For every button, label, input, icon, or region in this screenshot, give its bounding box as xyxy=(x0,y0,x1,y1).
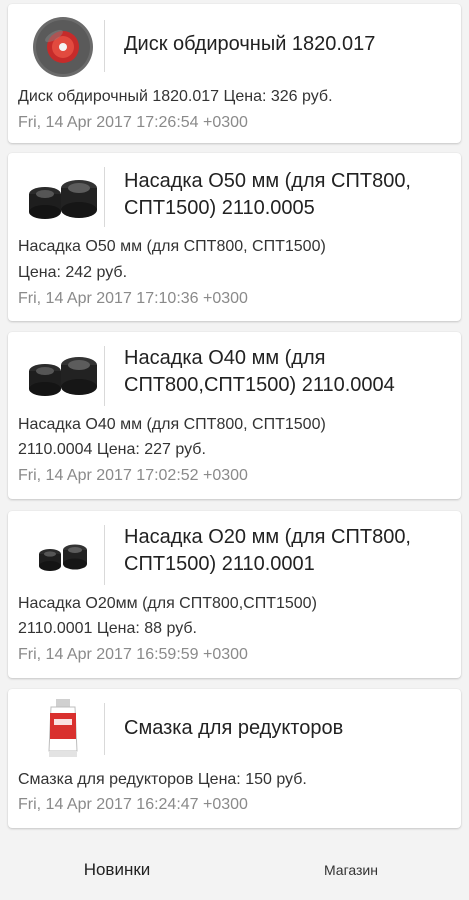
product-date: Fri, 14 Apr 2017 16:59:59 +0300 xyxy=(18,646,248,663)
divider xyxy=(104,167,105,227)
divider xyxy=(104,20,105,72)
grease-tube-icon xyxy=(22,697,104,763)
nozzle-pair-icon xyxy=(22,165,104,231)
product-description: Насадка О40 мм (для СПТ800, СПТ1500) xyxy=(18,416,326,433)
product-description: Насадка О20мм (для СПТ800,СПТ1500) xyxy=(18,595,317,612)
product-title: Насадка О20 мм (для СПТ800, СПТ1500) 211… xyxy=(124,526,411,575)
grinding-disc-icon xyxy=(22,14,104,80)
product-price: 2110.0001 Цена: 88 руб. xyxy=(18,620,197,637)
product-card[interactable]: Диск обдирочный 1820.017 Диск обдирочный… xyxy=(8,4,461,143)
product-date: Fri, 14 Apr 2017 16:24:47 +0300 xyxy=(18,796,248,813)
product-description: Диск обдирочный 1820.017 Цена: 326 руб. xyxy=(18,88,333,105)
product-price: 2110.0004 Цена: 227 руб. xyxy=(18,441,206,458)
nozzle-pair-icon xyxy=(22,342,104,408)
product-card[interactable]: Насадка О50 мм (для СПТ800, СПТ1500) 211… xyxy=(8,153,461,321)
product-title: Насадка О40 мм (для СПТ800,СПТ1500) 2110… xyxy=(124,347,395,396)
nozzle-pair-small-icon xyxy=(22,523,104,589)
product-date: Fri, 14 Apr 2017 17:02:52 +0300 xyxy=(18,467,248,484)
product-title: Смазка для редукторов xyxy=(124,717,344,739)
product-card[interactable]: Насадка О20 мм (для СПТ800, СПТ1500) 211… xyxy=(8,511,461,678)
product-card[interactable]: Насадка О40 мм (для СПТ800,СПТ1500) 2110… xyxy=(8,332,461,499)
nav-shop-button[interactable]: Магазин xyxy=(234,840,468,900)
nav-new-button[interactable]: Новинки xyxy=(0,840,234,900)
product-date: Fri, 14 Apr 2017 17:10:36 +0300 xyxy=(18,290,248,307)
divider xyxy=(104,525,105,585)
product-card[interactable]: Смазка для редукторов Смазка для редукто… xyxy=(8,689,461,828)
product-description: Насадка О50 мм (для СПТ800, СПТ1500) xyxy=(18,238,326,255)
product-description: Смазка для редукторов Цена: 150 руб. xyxy=(18,771,307,788)
divider xyxy=(104,346,105,406)
product-title: Насадка О50 мм (для СПТ800, СПТ1500) 211… xyxy=(124,170,411,219)
bottom-navigation: Новинки Магазин xyxy=(0,840,469,900)
divider xyxy=(104,703,105,755)
product-title: Диск обдирочный 1820.017 xyxy=(124,33,376,55)
product-date: Fri, 14 Apr 2017 17:26:54 +0300 xyxy=(18,114,248,131)
product-price: Цена: 242 руб. xyxy=(18,264,128,281)
